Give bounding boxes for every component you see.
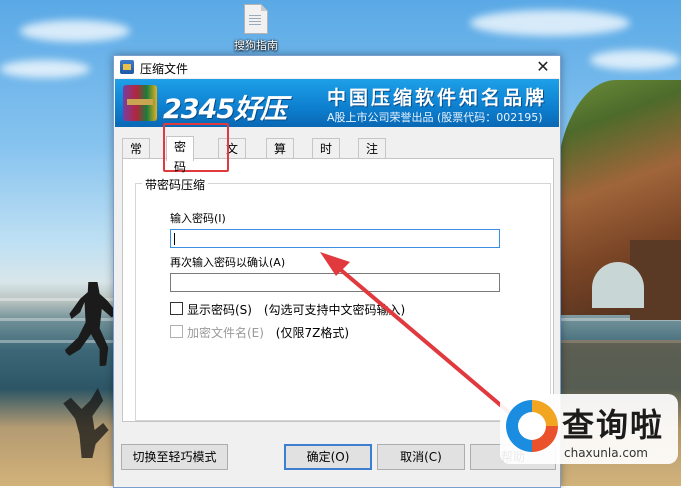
search-q-logo-icon: [506, 400, 558, 452]
tab-password[interactable]: 密码: [166, 136, 195, 174]
site-watermark: 查询啦 chaxunla.com: [500, 394, 678, 464]
watermark-title: 查询啦: [562, 406, 665, 444]
watermark-domain: chaxunla.com: [564, 446, 648, 460]
